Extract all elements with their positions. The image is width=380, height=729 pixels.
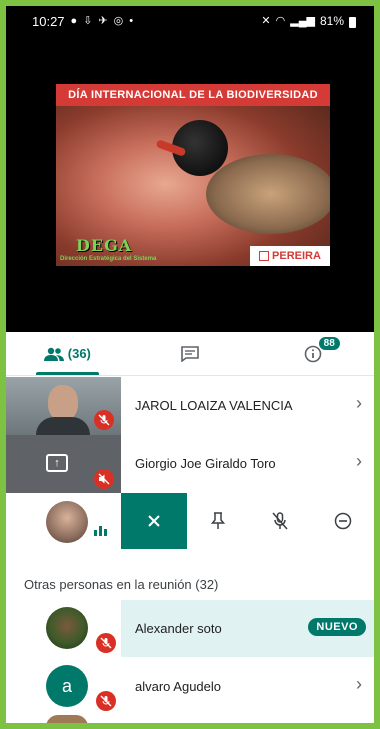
chat-icon <box>181 345 199 362</box>
chevron-right-icon[interactable]: › <box>356 393 362 414</box>
mic-muted-icon <box>94 410 114 430</box>
dega-logo: DEGA <box>76 236 133 255</box>
battery-icon <box>349 16 356 28</box>
remove-circle-icon <box>334 512 352 530</box>
mute-icon: ✕ <box>261 14 271 27</box>
close-actions-button[interactable] <box>121 493 187 549</box>
tab-info[interactable] <box>251 332 374 375</box>
presentation-poster: DÍA INTERNACIONAL DE LA BIODIVERSIDAD DE… <box>56 84 330 266</box>
app-notification-icon: ● <box>70 14 78 27</box>
self-participant-row[interactable] <box>6 493 374 551</box>
download-icon: ⇩ <box>83 14 93 27</box>
status-time: 10:27 <box>32 13 65 29</box>
pereira-logo: PEREIRA <box>250 246 330 266</box>
mic-off-icon <box>272 512 289 530</box>
chevron-right-icon[interactable]: › <box>356 674 362 695</box>
info-icon <box>304 345 321 362</box>
participant-name: JAROL LOAIZA VALENCIA <box>135 398 293 413</box>
twitter-icon: ✈ <box>98 14 108 27</box>
signal-icon: ▂▄▆ <box>290 14 315 27</box>
screen-share-icon: ↑ <box>46 454 68 472</box>
participant-face <box>48 385 78 421</box>
audio-level-icon <box>94 526 107 536</box>
participant-name: Giorgio Joe Giraldo Toro <box>135 456 276 471</box>
instagram-icon: ◎ <box>113 14 124 27</box>
mic-muted-icon <box>96 691 116 711</box>
poster-rock <box>206 154 330 234</box>
tab-chat[interactable]: 88 <box>129 332 340 375</box>
participant-initial-avatar: a <box>46 665 88 707</box>
battery-level: 81% <box>319 14 344 28</box>
self-avatar <box>46 501 88 543</box>
participant-actions <box>121 493 374 549</box>
participant-avatar <box>46 607 88 649</box>
shared-screen-video[interactable]: DÍA INTERNACIONAL DE LA BIODIVERSIDAD DE… <box>6 36 374 332</box>
poster-title: DÍA INTERNACIONAL DE LA BIODIVERSIDAD <box>56 84 330 106</box>
new-badge: NUEVO <box>308 618 366 636</box>
close-icon <box>148 515 160 527</box>
people-icon <box>43 347 64 361</box>
remove-participant-button[interactable] <box>312 493 374 549</box>
participant-row[interactable]: Alexander soto NUEVO <box>6 600 374 657</box>
participants-list[interactable]: JAROL LOAIZA VALENCIA › ↑ Giorgio Joe Gi… <box>6 377 374 723</box>
self-tile <box>6 493 121 551</box>
participant-row[interactable]: ↑ Giorgio Joe Giraldo Toro › <box>6 435 374 493</box>
mic-muted-icon <box>96 633 116 653</box>
participant-name: Alexander soto <box>135 621 222 636</box>
phone-screen: 10:27 ● ⇩ ✈ ◎ • ✕ ◠ ▂▄▆ 81% DÍA INTERNAC… <box>6 6 374 723</box>
next-participant-avatar-partial <box>46 715 88 723</box>
more-notifications-icon: • <box>129 14 134 27</box>
chevron-right-icon[interactable]: › <box>356 451 362 472</box>
mute-participant-button[interactable] <box>249 493 311 549</box>
dega-subtitle: Dirección Estratégica del Sistema <box>60 256 157 262</box>
wifi-icon: ◠ <box>275 14 286 27</box>
pereira-emblem-icon <box>259 251 270 261</box>
tab-people[interactable]: (36) <box>6 332 129 375</box>
meeting-tabs: (36) 88 <box>6 332 374 376</box>
status-bar: 10:27 ● ⇩ ✈ ◎ • ✕ ◠ ▂▄▆ 81% <box>6 6 374 36</box>
participant-row[interactable]: JAROL LOAIZA VALENCIA › <box>6 377 374 435</box>
participant-row[interactable]: a alvaro Agudelo › <box>6 657 374 715</box>
participant-body <box>36 417 90 435</box>
pin-icon <box>211 512 226 529</box>
pin-button[interactable] <box>187 493 249 549</box>
people-count: (36) <box>67 346 91 361</box>
participant-name: alvaro Agudelo <box>135 679 222 694</box>
pereira-label: PEREIRA <box>272 250 321 262</box>
others-section-label: Otras personas en la reunión (32) <box>24 577 219 592</box>
speaker-muted-icon <box>94 469 114 489</box>
